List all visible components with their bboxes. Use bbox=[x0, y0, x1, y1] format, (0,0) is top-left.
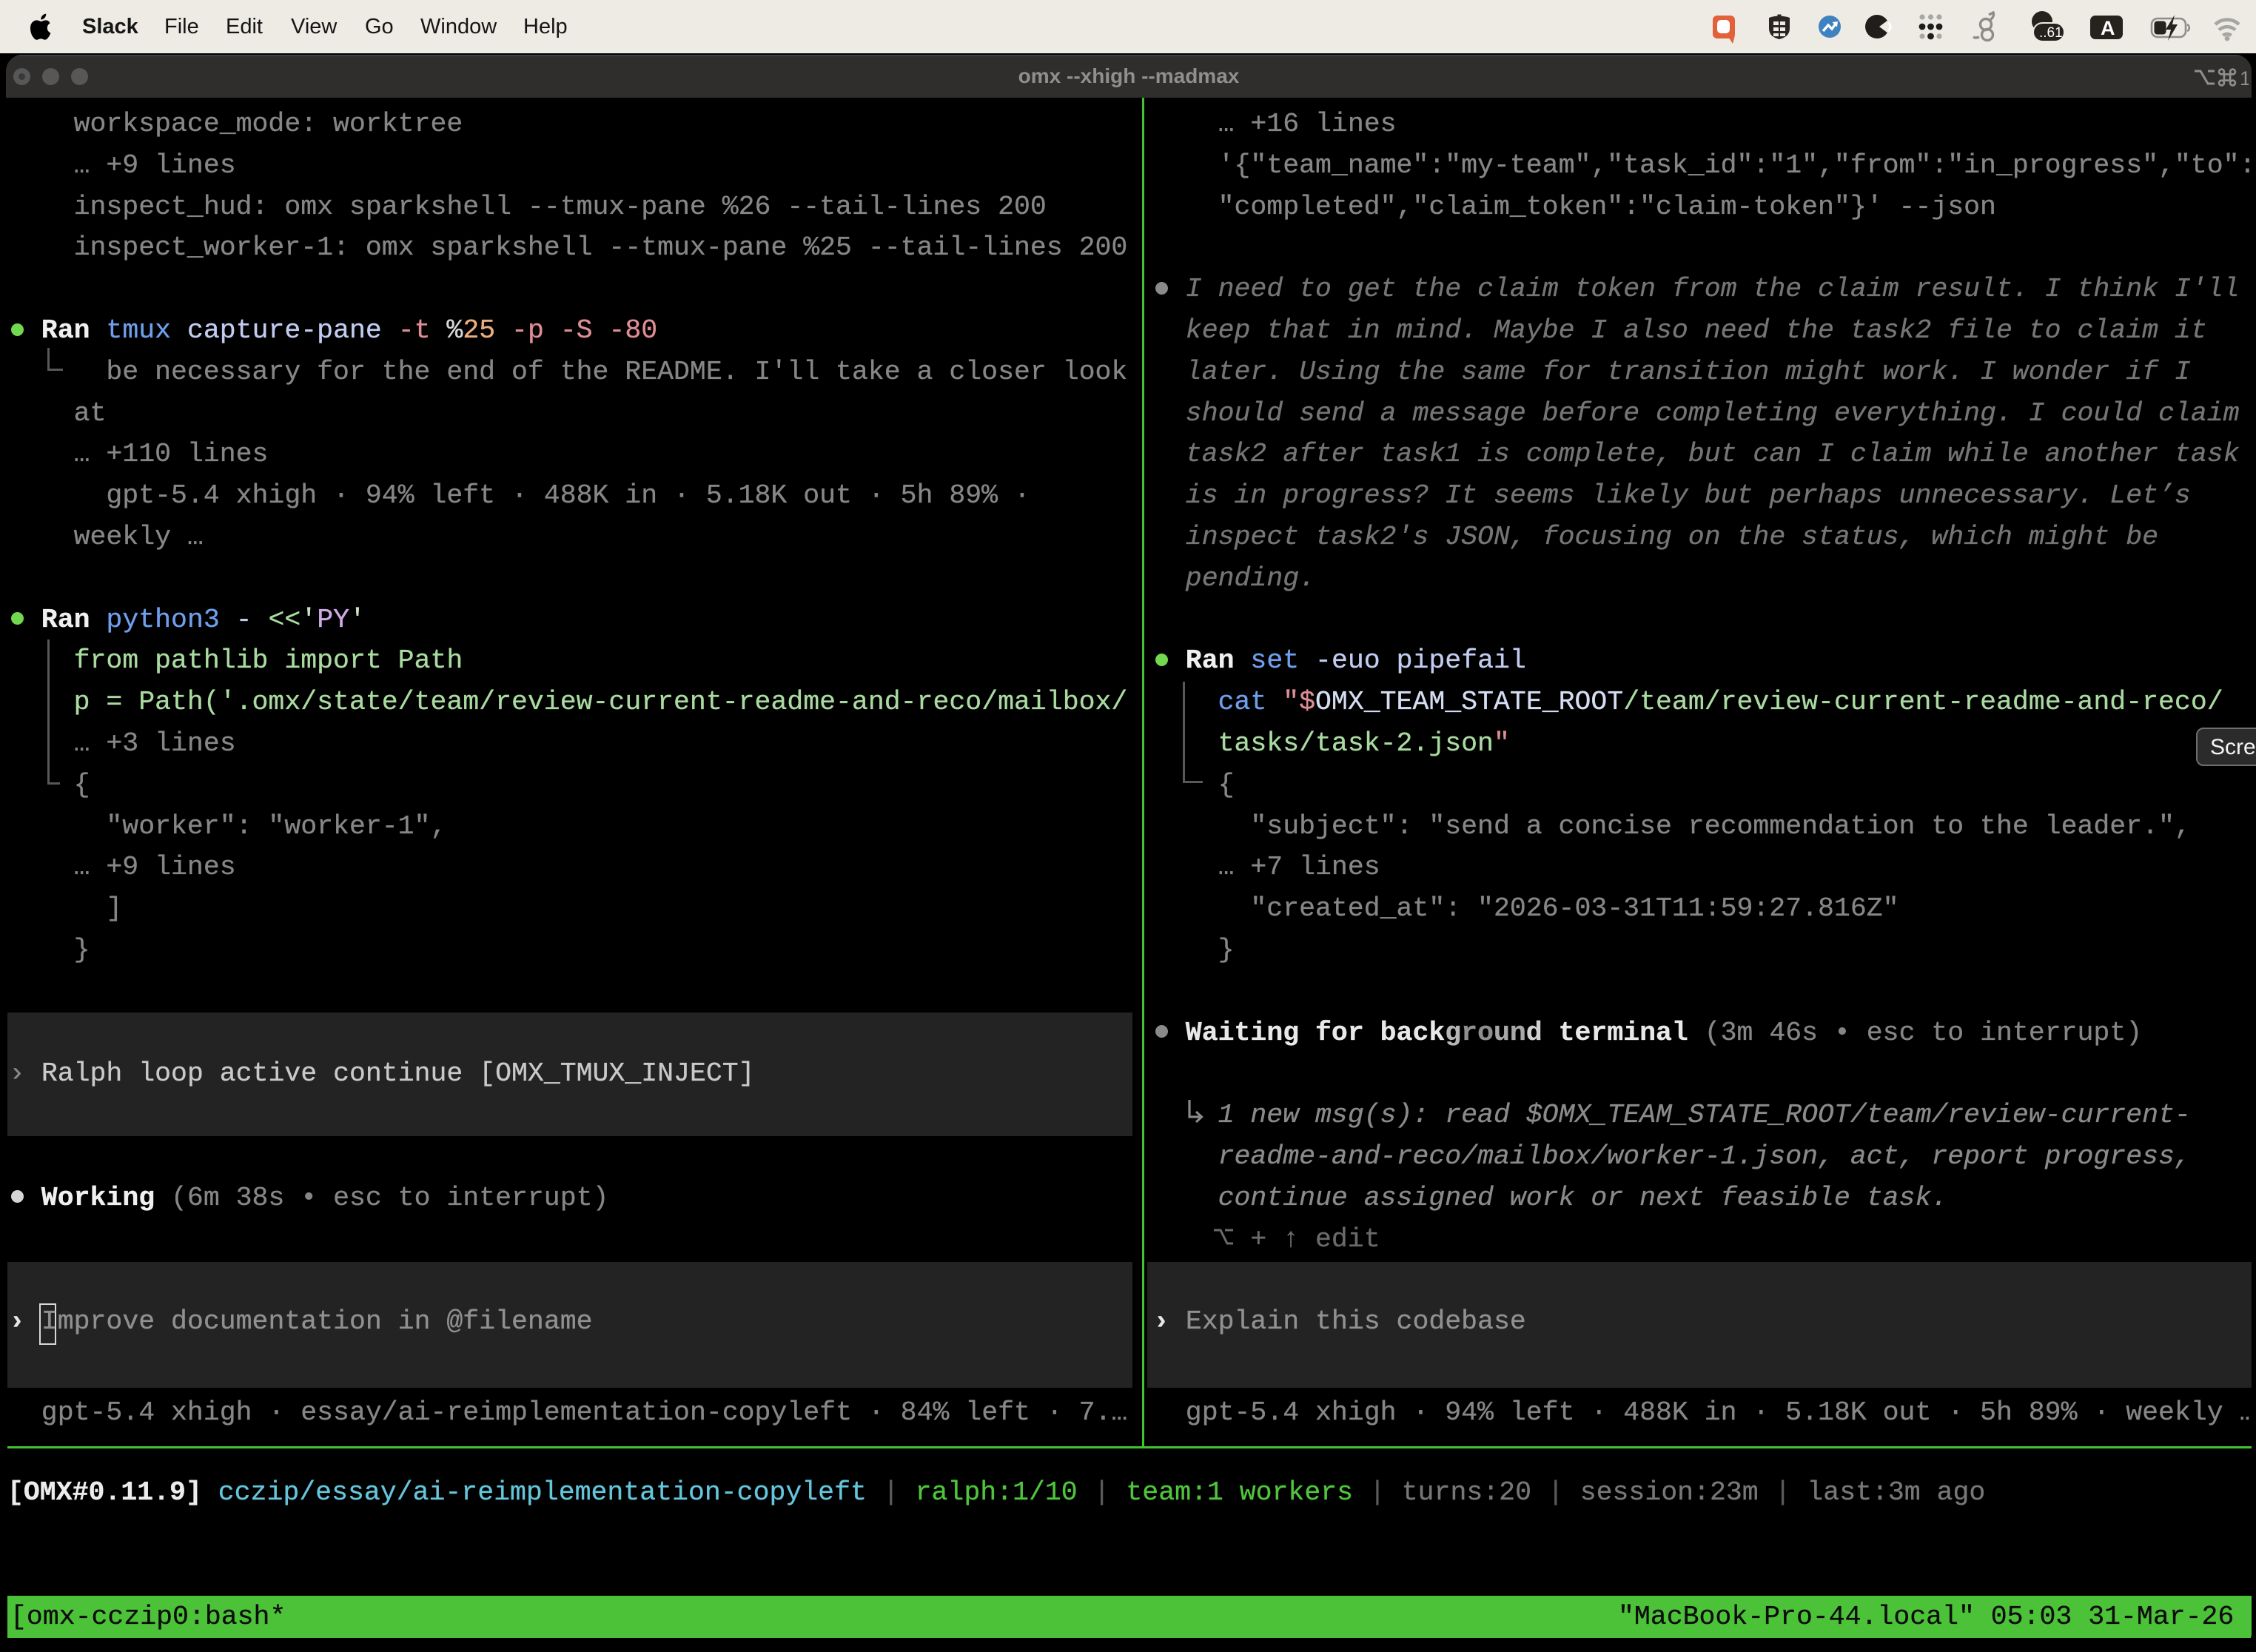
svg-text:A: A bbox=[2101, 17, 2115, 39]
svg-text:1: 1 bbox=[2240, 67, 2249, 90]
svg-text:..61: ..61 bbox=[2039, 25, 2063, 41]
